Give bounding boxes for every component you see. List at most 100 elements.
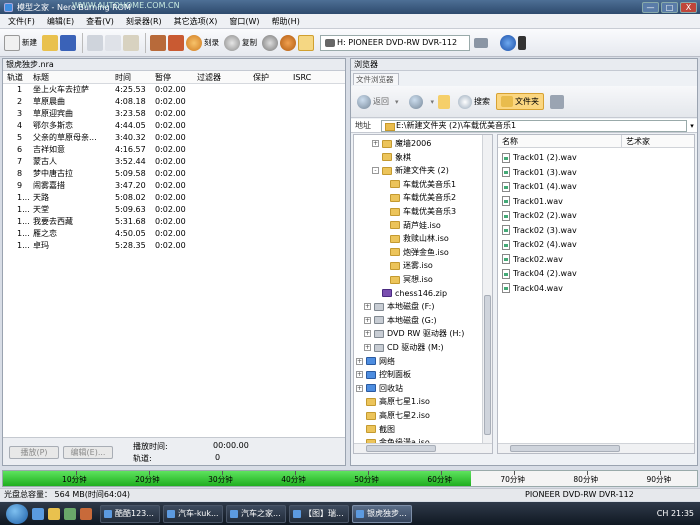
tray-clock[interactable]: CH 21:35 [657,509,694,518]
tree-node[interactable]: + DVD RW 驱动器 (H:) [364,327,464,340]
disc-info-icon[interactable] [262,34,278,51]
forward-button[interactable] [408,94,425,109]
new-button[interactable]: 新建 [4,34,37,51]
tree-expander-icon[interactable]: + [356,371,363,379]
open-folder-icon[interactable] [42,34,58,51]
menu-extras[interactable]: 其它选项(X) [174,16,218,27]
tree-horizontal-scrollbar[interactable] [354,443,492,453]
tree-node[interactable]: + 回收站 [356,382,403,395]
quicklaunch-ie-icon[interactable] [32,507,44,520]
minimize-button[interactable]: — [642,1,659,13]
tree-node[interactable]: 迷雾.iso [380,259,433,272]
forward-dropdown-icon[interactable]: ▾ [431,98,435,106]
back-button[interactable]: 返回 [357,94,389,109]
compilation-properties-icon[interactable] [150,34,166,51]
track-row[interactable]: 1... 天堂 5:09.63 0:02.00 [3,204,345,216]
address-dropdown-icon[interactable]: ▾ [687,122,697,130]
tree-vscroll-thumb[interactable] [484,295,491,435]
menu-recorder[interactable]: 刻录器(R) [126,16,162,27]
col-title[interactable]: 标题 [29,71,111,83]
tree-node[interactable]: + 本地磁盘 (G:) [364,314,437,327]
play-button[interactable]: 播放(P) [9,446,59,459]
tree-expander-icon[interactable]: + [364,344,371,351]
tree-node[interactable]: 炮弹金鱼.iso [380,246,449,259]
toolbar-chevron-icon[interactable] [518,35,526,50]
close-button[interactable]: X [680,1,697,13]
track-row[interactable]: 6 吉祥如意 4:16.57 0:02.00 [3,144,345,156]
tree-node[interactable]: 高原七星2.iso [356,409,430,422]
track-row[interactable]: 1... 天路 5:08.02 0:02.00 [3,192,345,204]
file-item[interactable]: Track01.wav [502,195,563,208]
tab-file-browser[interactable]: 文件浏览器 [353,73,399,85]
tree-node[interactable]: 葫芦娃.iso [380,219,441,232]
burn-button[interactable]: 刻录 [186,34,219,51]
quicklaunch-media-icon[interactable] [80,507,92,520]
col-filter[interactable]: 过滤器 [193,71,249,83]
paste-icon[interactable] [123,34,139,51]
quicklaunch-explorer-icon[interactable] [48,507,60,520]
drive-options-icon[interactable] [474,37,488,48]
file-item[interactable]: Track01 (3).wav [502,166,577,179]
tree-expander-icon[interactable]: + [372,140,379,147]
tree-expander-icon[interactable]: + [364,303,371,311]
edit-button[interactable]: 编辑(E)... [63,446,113,459]
track-row[interactable]: 8 梦中唐古拉 5:09.58 0:02.00 [3,168,345,180]
files-hscroll-thumb[interactable] [510,445,620,452]
search-button[interactable]: 搜索 [458,94,490,109]
window-titlebar[interactable]: 模型之家 - Nero Burning ROM WWW.AUTOHOME.COM… [0,0,700,14]
quicklaunch-desktop-icon[interactable] [64,507,76,520]
menu-file[interactable]: 文件(F) [8,16,35,27]
menu-window[interactable]: 窗口(W) [229,16,259,27]
maximize-button[interactable]: □ [661,1,678,13]
track-row[interactable]: 9 闹雾嘉措 3:47.20 0:02.00 [3,180,345,192]
menu-edit[interactable]: 编辑(E) [47,16,74,27]
folders-button[interactable]: 文件夹 [496,93,545,110]
track-row[interactable]: 7 蒙古人 3:52.44 0:02.00 [3,156,345,168]
file-item[interactable]: Track02 (4).wav [502,238,577,251]
col-time[interactable]: 时间 [111,71,151,83]
col-track[interactable]: 轨道 [3,71,29,83]
tree-expander-icon[interactable]: + [356,384,363,392]
copy-icon[interactable] [105,34,121,51]
tree-expander-icon[interactable]: - [372,167,379,175]
tree-hscroll-thumb[interactable] [366,445,436,452]
track-row[interactable]: 5 父亲的草原母亲... 3:40.32 0:02.00 [3,132,345,144]
file-item[interactable]: Track04.wav [502,282,563,295]
file-item[interactable]: Track02.wav [502,253,563,266]
browser-toggle-icon[interactable] [298,34,314,51]
track-row[interactable]: 4 鄂尔多斯恋 4:44.05 0:02.00 [3,120,345,132]
menu-help[interactable]: 帮助(H) [272,16,300,27]
track-row[interactable]: 1 坐上火车去拉萨 4:25.53 0:02.00 [3,84,345,96]
tree-vertical-scrollbar[interactable] [482,135,492,444]
tree-node[interactable]: - 新建文件夹 (2) [372,164,449,177]
eject-icon[interactable] [280,34,296,51]
file-item[interactable]: Track02 (3).wav [502,224,577,237]
taskbar-task-button[interactable]: 汽车-kuk... [163,504,223,523]
col-protect[interactable]: 保护 [249,71,289,83]
files-horizontal-scrollbar[interactable] [498,443,694,453]
col-artist[interactable]: 艺术家 [622,135,650,147]
tree-node[interactable]: + 魔墙2006 [372,137,431,150]
track-row[interactable]: 1... 我要去西藏 5:31.68 0:02.00 [3,216,345,228]
tree-node[interactable]: 象棋 [372,151,411,164]
track-row[interactable]: 3 草原迎宾曲 3:23.58 0:02.00 [3,108,345,120]
file-item[interactable]: Track02 (2).wav [502,209,577,222]
tree-node[interactable]: 车载优美音乐1 [380,178,456,191]
tree-node[interactable]: + 本地磁盘 (F:) [364,300,434,313]
tree-node[interactable]: 高原七星1.iso [356,395,430,408]
taskbar-task-button[interactable]: 银虎独步... [352,504,412,523]
tree-expander-icon[interactable]: + [364,316,371,324]
info-icon[interactable] [500,34,516,51]
tree-node[interactable]: + 控制面板 [356,368,411,381]
col-pause[interactable]: 暂停 [151,71,193,83]
tree-node[interactable]: 冥想.iso [380,273,433,286]
taskbar-task-button[interactable]: 酷酷123... [100,504,160,523]
tree-expander-icon[interactable]: + [364,330,371,338]
tree-node[interactable]: chess146.zip [372,287,447,300]
drive-select[interactable]: H: PIONEER DVD-RW DVR-112 [320,34,470,51]
tree-node[interactable]: 车载优美音乐2 [380,191,456,204]
view-grid-icon[interactable] [550,94,565,109]
file-item[interactable]: Track01 (4).wav [502,180,577,193]
cut-icon[interactable] [87,34,103,51]
tree-node[interactable]: 救赎山林.iso [380,232,449,245]
